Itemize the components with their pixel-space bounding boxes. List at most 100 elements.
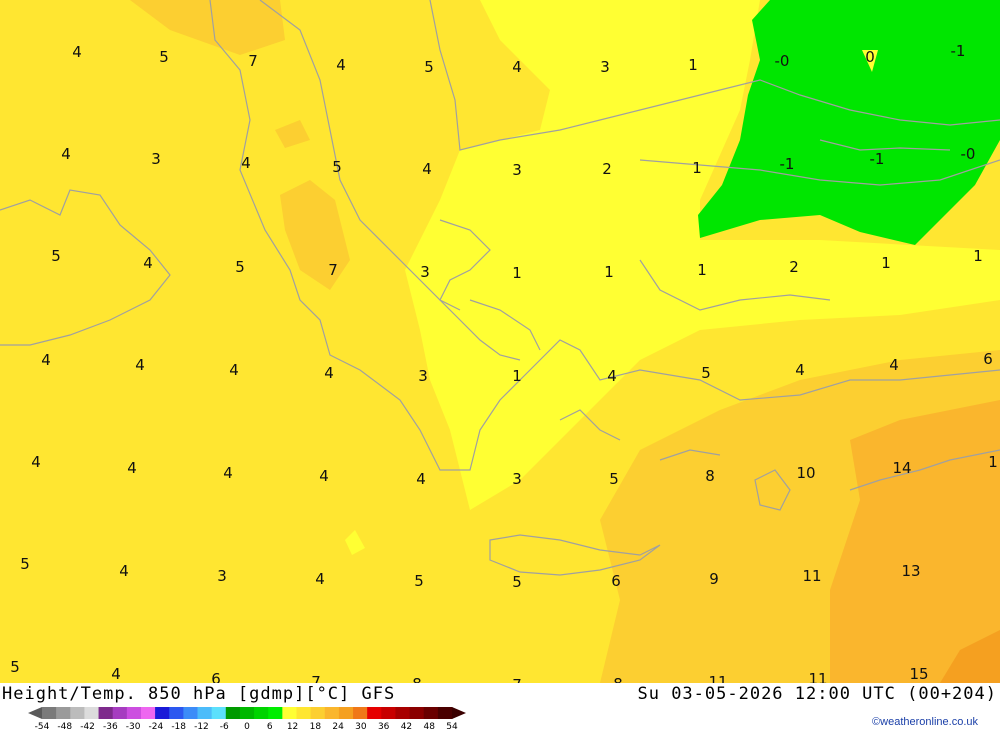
value-label: -1 [780, 155, 795, 173]
temperature-map: 4 5 7 4 5 4 3 1 -0 0 -1 4 3 4 5 4 3 2 1 … [0, 0, 1000, 683]
scale-label: 12 [287, 722, 298, 732]
value-label: 1 [881, 254, 891, 272]
value-label: 4 [319, 467, 329, 485]
map-title: Height/Temp. 850 hPa [gdmp][°C] GFS [2, 684, 396, 704]
value-label: 4 [422, 160, 432, 178]
value-label: 9 [709, 570, 719, 588]
value-label: 7 [512, 676, 522, 683]
value-label: 8 [705, 467, 715, 485]
value-label: 14 [892, 459, 911, 477]
value-label: 5 [20, 555, 30, 573]
valid-time: Su 03-05-2026 12:00 UTC (00+204) [637, 684, 997, 704]
value-label: 4 [223, 464, 233, 482]
scale-swatch [84, 707, 99, 719]
scale-label: -42 [80, 722, 95, 732]
credit-link[interactable]: ©weatheronline.co.uk [872, 716, 978, 728]
scale-swatch [324, 707, 340, 719]
value-label: 2 [789, 258, 799, 276]
scale-label: 6 [267, 722, 273, 732]
value-label: -1 [870, 150, 885, 168]
scale-swatch [381, 707, 396, 719]
value-label: 3 [512, 470, 522, 488]
value-label: 4 [324, 364, 334, 382]
scale-swatch [98, 707, 114, 719]
scale-label: -6 [220, 722, 229, 732]
value-label: 10 [796, 464, 815, 482]
scale-swatch [239, 707, 255, 719]
value-label: 4 [119, 562, 129, 580]
value-label: 4 [127, 459, 137, 477]
value-label: 0 [865, 48, 875, 66]
value-label: 6 [983, 350, 993, 368]
scale-swatch [409, 707, 425, 719]
value-label: 5 [10, 658, 20, 676]
scale-swatch [126, 707, 142, 719]
scale-label: 48 [423, 722, 435, 732]
scale-label: -36 [103, 722, 118, 732]
value-label: 4 [72, 43, 82, 61]
scale-swatch [197, 707, 213, 719]
value-label: 5 [701, 364, 711, 382]
value-label: 3 [151, 150, 161, 168]
value-label: 3 [600, 58, 610, 76]
value-label: 1 [973, 247, 983, 265]
value-label: 11 [708, 673, 727, 683]
scale-label: -24 [149, 722, 164, 732]
value-label: 7 [248, 52, 258, 70]
scale-arrow-left [28, 707, 42, 719]
value-label: 2 [602, 160, 612, 178]
value-label: 1 [512, 367, 522, 385]
value-label: 4 [135, 356, 145, 374]
scale-label: -48 [57, 722, 72, 732]
value-label: 1 [688, 56, 698, 74]
scale-swatch [296, 707, 312, 719]
value-label: 4 [607, 367, 617, 385]
value-label: 8 [613, 675, 623, 683]
scale-swatch [140, 707, 156, 719]
value-label: 4 [111, 665, 121, 683]
scale-arrow-right [452, 707, 466, 719]
value-label: 11 [808, 670, 827, 683]
value-label: 5 [159, 48, 169, 66]
value-label: 4 [241, 154, 251, 172]
value-label: 13 [901, 562, 920, 580]
value-label: 7 [311, 673, 321, 683]
scale-label: 24 [332, 722, 344, 732]
value-label: 4 [889, 356, 899, 374]
scale-swatch [254, 707, 269, 719]
value-label: 11 [802, 567, 821, 585]
value-label: 4 [416, 470, 426, 488]
scale-label: 0 [244, 722, 250, 732]
value-label: 1 [604, 263, 614, 281]
scale-swatch [310, 707, 326, 719]
value-label: 15 [909, 665, 928, 683]
scale-swatch [42, 707, 57, 719]
value-label: -0 [775, 52, 790, 70]
value-label: 1 [692, 159, 702, 177]
scale-swatch [282, 707, 297, 719]
scale-swatch [169, 707, 184, 719]
value-label: 5 [424, 58, 434, 76]
value-label: 8 [412, 675, 422, 683]
value-label: 5 [51, 247, 61, 265]
value-label: 4 [512, 58, 522, 76]
value-label: -0 [961, 145, 976, 163]
scale-label: -18 [171, 722, 186, 732]
scale-swatch [367, 707, 382, 719]
scale-label: -54 [35, 722, 50, 732]
value-label: 3 [420, 263, 430, 281]
scale-label: 54 [446, 722, 458, 732]
value-label: 4 [31, 453, 41, 471]
scale-swatch [211, 707, 227, 719]
value-label: 4 [315, 570, 325, 588]
value-label: 5 [414, 572, 424, 590]
map-footer: Height/Temp. 850 hPa [gdmp][°C] GFS Su 0… [0, 683, 1000, 733]
value-label: 5 [332, 158, 342, 176]
value-label: 4 [336, 56, 346, 74]
value-label: 4 [795, 361, 805, 379]
value-label: 4 [229, 361, 239, 379]
value-label: 3 [418, 367, 428, 385]
color-scale-legend: -54 -48 -42 -36 -30 -24 -18 -12 -6 0 6 12 18 24 30 36 42… [28, 707, 466, 732]
scale-swatch [56, 707, 71, 719]
scale-label: 18 [310, 722, 322, 732]
